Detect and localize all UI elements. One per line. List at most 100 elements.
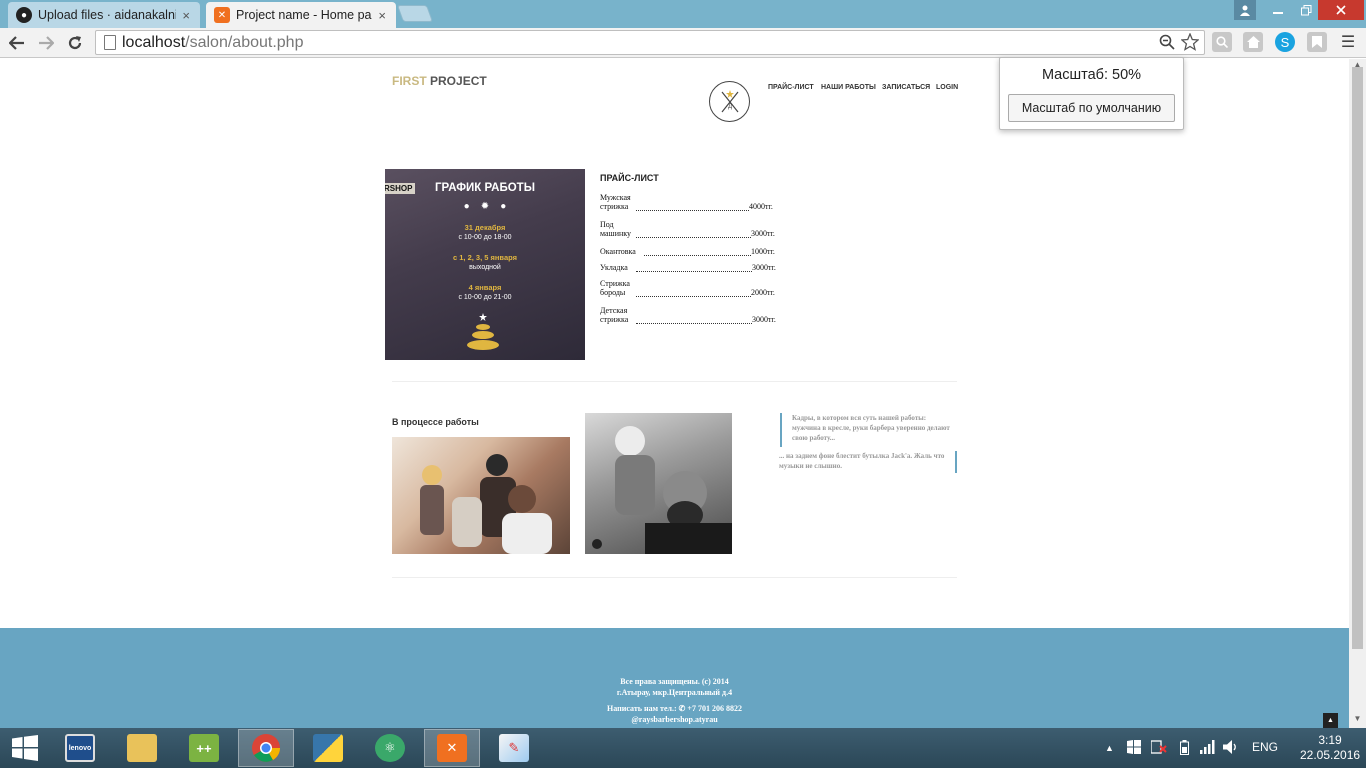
zoom-out-icon[interactable] [1159,34,1175,55]
price-row: Мужская стрижка 4000тг. [600,193,773,211]
poster-time-1: с 10-00 до 18-00 [458,234,512,241]
footer-instagram[interactable]: @raysbarbershop.atyrau [0,715,1349,724]
work-quote-1: Кадры, в котором вся суть нашей работы: … [780,413,955,447]
price-row: Окантовка 1000тг. [600,247,775,256]
nav-our-works[interactable]: НАШИ РАБОТЫ [821,84,876,91]
zoom-level-label: Масштаб: 50% [1041,67,1142,83]
browser-toolbar: localhost/salon/about.php S ☰ [0,28,1366,58]
taskbar-python[interactable] [300,729,356,767]
github-icon: ● [16,7,32,23]
scroll-to-top-button[interactable]: ▲ [1323,713,1338,728]
taskbar-xampp[interactable]: ✕ [424,729,480,767]
section-divider [392,577,957,578]
close-tab-icon[interactable]: × [378,8,386,23]
nav-sign-up[interactable]: ЗАПИСАТЬСЯ [882,84,930,91]
system-clock[interactable]: 3:19 22.05.2016 [1300,733,1360,763]
footer-address: г.Атырау, мкр.Центральный д.4 [616,688,733,697]
user-profile-icon[interactable] [1234,0,1256,20]
nav-price-list[interactable]: ПРАЙС-ЛИСТ [768,84,814,91]
scroll-down-arrow-icon[interactable]: ▼ [1349,713,1366,725]
notepad-plus-plus-icon: ++ [189,734,219,762]
price-row: Укладка 3000тг. [600,263,776,272]
window-close-icon[interactable] [1318,0,1364,20]
folder-icon [127,734,157,762]
work-photo-2[interactable] [585,413,732,554]
taskbar-chrome[interactable] [238,729,294,767]
site-footer: Все права защищены. (с) 2014 г.Атырау, м… [0,628,1349,728]
taskbar-atom[interactable]: ⚛ [362,729,418,767]
poster-date-2: с 1, 2, 3, 5 января [453,253,517,262]
price-list-title: ПРАЙС-ЛИСТ [600,173,659,183]
poster-time-3: с 10-00 до 21-00 [458,294,512,301]
work-photo-1[interactable] [392,437,570,554]
mustache-tree-icon [467,313,499,350]
tab-github[interactable]: ● Upload files · aidanakalniy × [8,2,200,28]
poster-date-1: 31 декабря [464,223,506,232]
price-row: Детская стрижка 3000тг. [600,306,776,324]
python-icon [313,734,343,762]
skype-icon[interactable]: S [1275,32,1295,52]
home-extension-icon[interactable] [1243,32,1263,52]
bookmark-extension-icon[interactable] [1307,32,1327,52]
xampp-icon: ✕ [214,7,230,23]
volume-icon[interactable] [1223,740,1239,757]
new-tab-button[interactable] [396,5,434,22]
poster-date-3: 4 января [468,283,502,292]
windows-taskbar: lenovo ++ ⚛ ✕ ✎ ▲ ENG 3:19 22.05.2016 [0,728,1366,768]
forward-icon[interactable] [34,31,58,55]
network-signal-icon[interactable] [1200,740,1216,757]
footer-copyright: Все права защищены. (с) 2014 [620,677,729,686]
works-title: В процессе работы [392,417,479,427]
paint-icon: ✎ [499,734,529,762]
barber-emblem-icon: Д [709,81,750,122]
clock-time: 3:19 [1318,733,1342,747]
search-extension-icon[interactable] [1212,32,1232,52]
reload-icon[interactable] [63,31,87,55]
minimize-icon[interactable] [1264,0,1292,20]
page-icon [104,35,116,50]
action-center-alert-icon[interactable] [1150,740,1167,757]
address-bar[interactable]: localhost/salon/about.php [95,30,1205,55]
battery-icon[interactable] [1180,740,1189,758]
price-row: Стрижка бороды 2000тг. [600,279,775,297]
reset-zoom-button[interactable]: Масштаб по умолчанию [1008,94,1175,122]
price-row: Под машинку 3000тг. [600,220,775,238]
clock-date: 22.05.2016 [1300,748,1361,762]
start-button[interactable] [0,729,50,767]
tab-title: Project name - Home pag [236,8,373,22]
language-indicator[interactable]: ENG [1252,740,1278,754]
url-text: localhost/salon/about.php [122,34,304,51]
zoom-popup: Масштаб: 50% Масштаб по умолчанию [999,57,1184,130]
poster-title: ГРАФИК РАБОТЫ [435,182,535,194]
web-page: FIRST PROJECT Д ПРАЙС-ЛИСТ НАШИ РАБОТЫ З… [0,59,1349,728]
tab-project[interactable]: ✕ Project name - Home pag × [206,2,396,28]
svg-text:Д: Д [727,104,731,110]
scroll-thumb[interactable] [1352,67,1363,649]
site-logo[interactable]: FIRST PROJECT [392,74,487,88]
taskbar-notepad-plus-plus[interactable]: ++ [176,729,232,767]
schedule-poster: RSHOP ГРАФИК РАБОТЫ ● ✹ ● 31 декабря с 1… [385,169,585,360]
menu-icon[interactable]: ☰ [1338,32,1358,52]
taskbar-file-explorer[interactable] [114,729,170,767]
chrome-icon [252,734,280,762]
restore-icon[interactable] [1292,0,1320,20]
taskbar-lenovo[interactable]: lenovo [52,729,108,767]
nav-login[interactable]: LOGIN [936,84,958,91]
tab-bar: ● Upload files · aidanakalniy × ✕ Projec… [0,0,1366,28]
atom-icon: ⚛ [375,734,405,762]
back-icon[interactable] [5,31,29,55]
tray-windows-icon[interactable] [1127,740,1141,757]
tab-title: Upload files · aidanakalniy [38,8,177,22]
section-divider [392,381,957,382]
xampp-icon: ✕ [437,734,467,762]
poster-note-2: выходной [469,264,501,271]
close-tab-icon[interactable]: × [182,8,190,23]
windows-logo-icon [12,735,38,761]
tray-overflow-icon[interactable]: ▲ [1105,743,1114,753]
lenovo-icon: lenovo [65,734,95,762]
footer-phone[interactable]: Написать нам тел.: ✆ +7 701 206 8822 [0,704,1349,713]
work-quote-2: ... на заднем фоне блестит бутылка Jack'… [779,451,957,473]
bookmark-star-icon[interactable] [1180,32,1200,56]
page-scrollbar[interactable]: ▲ ▼ [1349,59,1366,728]
taskbar-paint[interactable]: ✎ [486,729,542,767]
